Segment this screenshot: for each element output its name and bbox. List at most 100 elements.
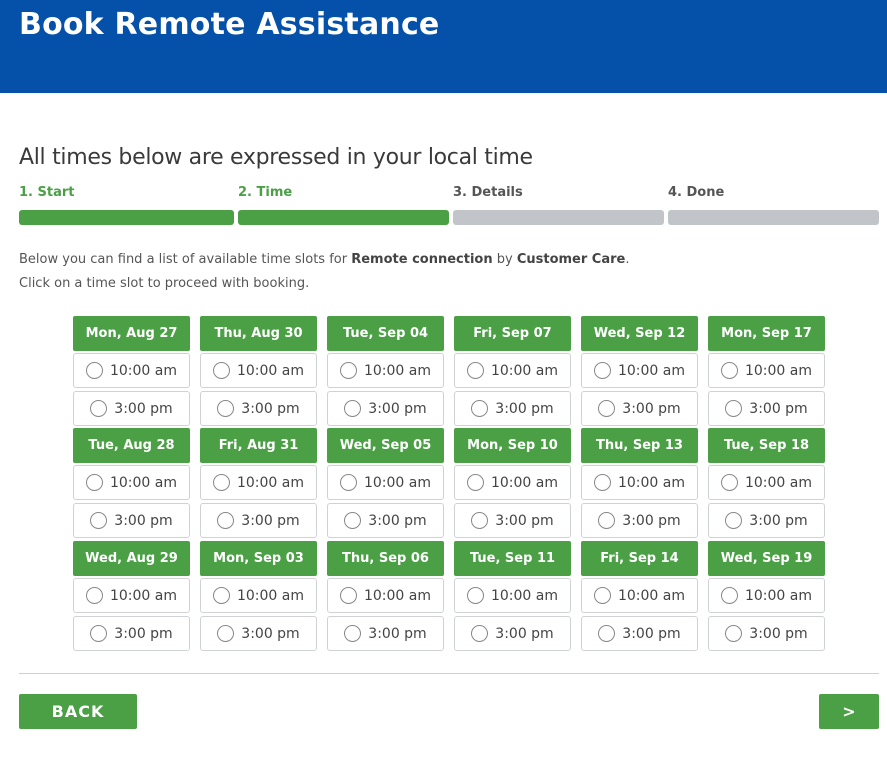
day-header: Thu, Sep 06 [327, 541, 444, 576]
service-name: Remote connection [351, 252, 493, 267]
radio-icon [593, 362, 611, 379]
time-slot-button[interactable]: 3:00 pm [454, 391, 571, 426]
time-slot-button[interactable]: 3:00 pm [454, 503, 571, 538]
radio-icon [85, 474, 103, 491]
time-slot-button[interactable]: 3:00 pm [454, 616, 571, 651]
day-header: Wed, Aug 29 [73, 541, 190, 576]
step-bar [19, 210, 234, 225]
time-slot-button[interactable]: 3:00 pm [581, 503, 698, 538]
time-slot-button[interactable]: 10:00 am [73, 465, 190, 500]
time-slot-button[interactable]: 10:00 am [581, 353, 698, 388]
radio-icon [593, 587, 611, 604]
time-slot-button[interactable]: 3:00 pm [327, 391, 444, 426]
time-slot-label: 10:00 am [490, 587, 558, 604]
time-slot-label: 3:00 pm [749, 400, 808, 417]
time-slot-button[interactable]: 3:00 pm [200, 503, 317, 538]
time-slot-label: 10:00 am [490, 362, 558, 379]
time-slot-label: 10:00 am [363, 474, 431, 491]
step-bar [238, 210, 449, 225]
time-slot-button[interactable]: 3:00 pm [327, 616, 444, 651]
step-start: 1. Start [19, 185, 234, 227]
time-slot-label: 10:00 am [617, 587, 685, 604]
radio-icon [725, 400, 743, 417]
day-header: Tue, Sep 11 [454, 541, 571, 576]
time-slot-label: 10:00 am [236, 587, 304, 604]
time-slot-label: 10:00 am [109, 474, 177, 491]
time-slot-button[interactable]: 10:00 am [581, 578, 698, 613]
time-slot-button[interactable]: 10:00 am [454, 353, 571, 388]
time-slot-label: 3:00 pm [749, 625, 808, 642]
radio-icon [85, 362, 103, 379]
time-slot-button[interactable]: 10:00 am [200, 578, 317, 613]
time-slot-label: 3:00 pm [622, 625, 681, 642]
time-slot-label: 3:00 pm [114, 512, 173, 529]
radio-icon [598, 512, 616, 529]
radio-icon [212, 587, 230, 604]
day-header: Wed, Sep 12 [581, 316, 698, 351]
time-slot-button[interactable]: 3:00 pm [581, 616, 698, 651]
day-header: Fri, Sep 14 [581, 541, 698, 576]
time-slot-label: 10:00 am [617, 362, 685, 379]
page-title: Book Remote Assistance [19, 7, 440, 42]
time-slot-button[interactable]: 10:00 am [200, 353, 317, 388]
time-slot-label: 3:00 pm [622, 400, 681, 417]
time-slot-button[interactable]: 10:00 am [327, 465, 444, 500]
time-slot-label: 10:00 am [744, 362, 812, 379]
step-bar [453, 210, 664, 225]
day-header: Tue, Sep 04 [327, 316, 444, 351]
time-slot-button[interactable]: 3:00 pm [327, 503, 444, 538]
time-slot-button[interactable]: 10:00 am [200, 465, 317, 500]
time-slot-button[interactable]: 3:00 pm [73, 616, 190, 651]
radio-icon [90, 625, 108, 642]
radio-icon [217, 625, 235, 642]
time-slot-label: 3:00 pm [368, 625, 427, 642]
time-slot-button[interactable]: 3:00 pm [708, 503, 825, 538]
time-slot-label: 3:00 pm [495, 400, 554, 417]
next-button[interactable]: > [819, 694, 879, 729]
time-slot-button[interactable]: 3:00 pm [581, 391, 698, 426]
time-slot-button[interactable]: 3:00 pm [708, 391, 825, 426]
radio-icon [212, 474, 230, 491]
intro-line-1: Below you can find a list of available t… [19, 248, 630, 272]
time-slot-button[interactable]: 3:00 pm [73, 503, 190, 538]
time-slot-button[interactable]: 10:00 am [581, 465, 698, 500]
time-slot-button[interactable]: 3:00 pm [73, 391, 190, 426]
radio-icon [720, 474, 738, 491]
time-slot-label: 10:00 am [490, 474, 558, 491]
time-slot-button[interactable]: 3:00 pm [708, 616, 825, 651]
radio-icon [720, 587, 738, 604]
time-slot-button[interactable]: 10:00 am [454, 465, 571, 500]
radio-icon [85, 587, 103, 604]
day-header: Thu, Aug 30 [200, 316, 317, 351]
step-label: 4. Done [668, 185, 725, 200]
time-slot-label: 10:00 am [109, 587, 177, 604]
time-slot-label: 3:00 pm [495, 625, 554, 642]
day-header: Mon, Sep 03 [200, 541, 317, 576]
radio-icon [344, 400, 362, 417]
time-slot-label: 10:00 am [744, 474, 812, 491]
time-slot-label: 10:00 am [109, 362, 177, 379]
day-header: Tue, Aug 28 [73, 428, 190, 463]
back-button[interactable]: BACK [19, 694, 137, 729]
time-slot-button[interactable]: 3:00 pm [200, 391, 317, 426]
day-header: Fri, Aug 31 [200, 428, 317, 463]
time-slot-label: 3:00 pm [495, 512, 554, 529]
time-slot-label: 3:00 pm [114, 625, 173, 642]
time-slot-button[interactable]: 10:00 am [327, 353, 444, 388]
timezone-notice: All times below are expressed in your lo… [19, 145, 533, 170]
time-slot-button[interactable]: 10:00 am [73, 353, 190, 388]
step-details: 3. Details [453, 185, 664, 227]
time-slot-label: 3:00 pm [241, 512, 300, 529]
radio-icon [471, 625, 489, 642]
radio-icon [339, 587, 357, 604]
time-slot-button[interactable]: 10:00 am [327, 578, 444, 613]
time-slot-button[interactable]: 3:00 pm [200, 616, 317, 651]
radio-icon [471, 400, 489, 417]
time-slot-button[interactable]: 10:00 am [708, 353, 825, 388]
time-slot-button[interactable]: 10:00 am [708, 465, 825, 500]
team-name: Customer Care [516, 252, 626, 267]
time-slot-button[interactable]: 10:00 am [708, 578, 825, 613]
time-slot-button[interactable]: 10:00 am [454, 578, 571, 613]
time-slot-button[interactable]: 10:00 am [73, 578, 190, 613]
radio-icon [598, 625, 616, 642]
